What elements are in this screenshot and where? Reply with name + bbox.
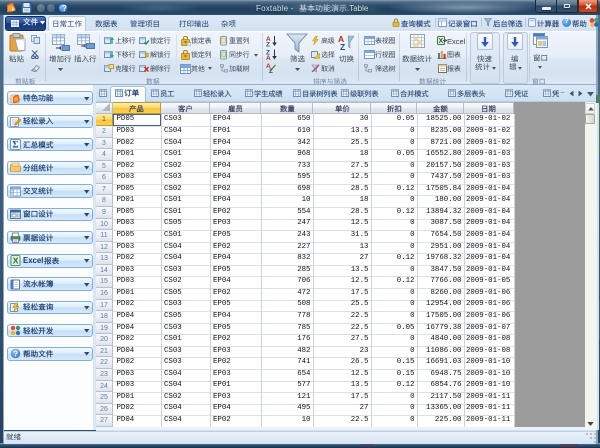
svg-text:X: X xyxy=(13,256,19,266)
svg-text:Z: Z xyxy=(266,42,270,49)
svg-text:Z: Z xyxy=(340,42,345,52)
svg-text:Σ: Σ xyxy=(13,140,19,150)
svg-text:X: X xyxy=(439,38,444,45)
svg-text:A: A xyxy=(266,55,271,62)
svg-text:?: ? xyxy=(13,350,18,359)
